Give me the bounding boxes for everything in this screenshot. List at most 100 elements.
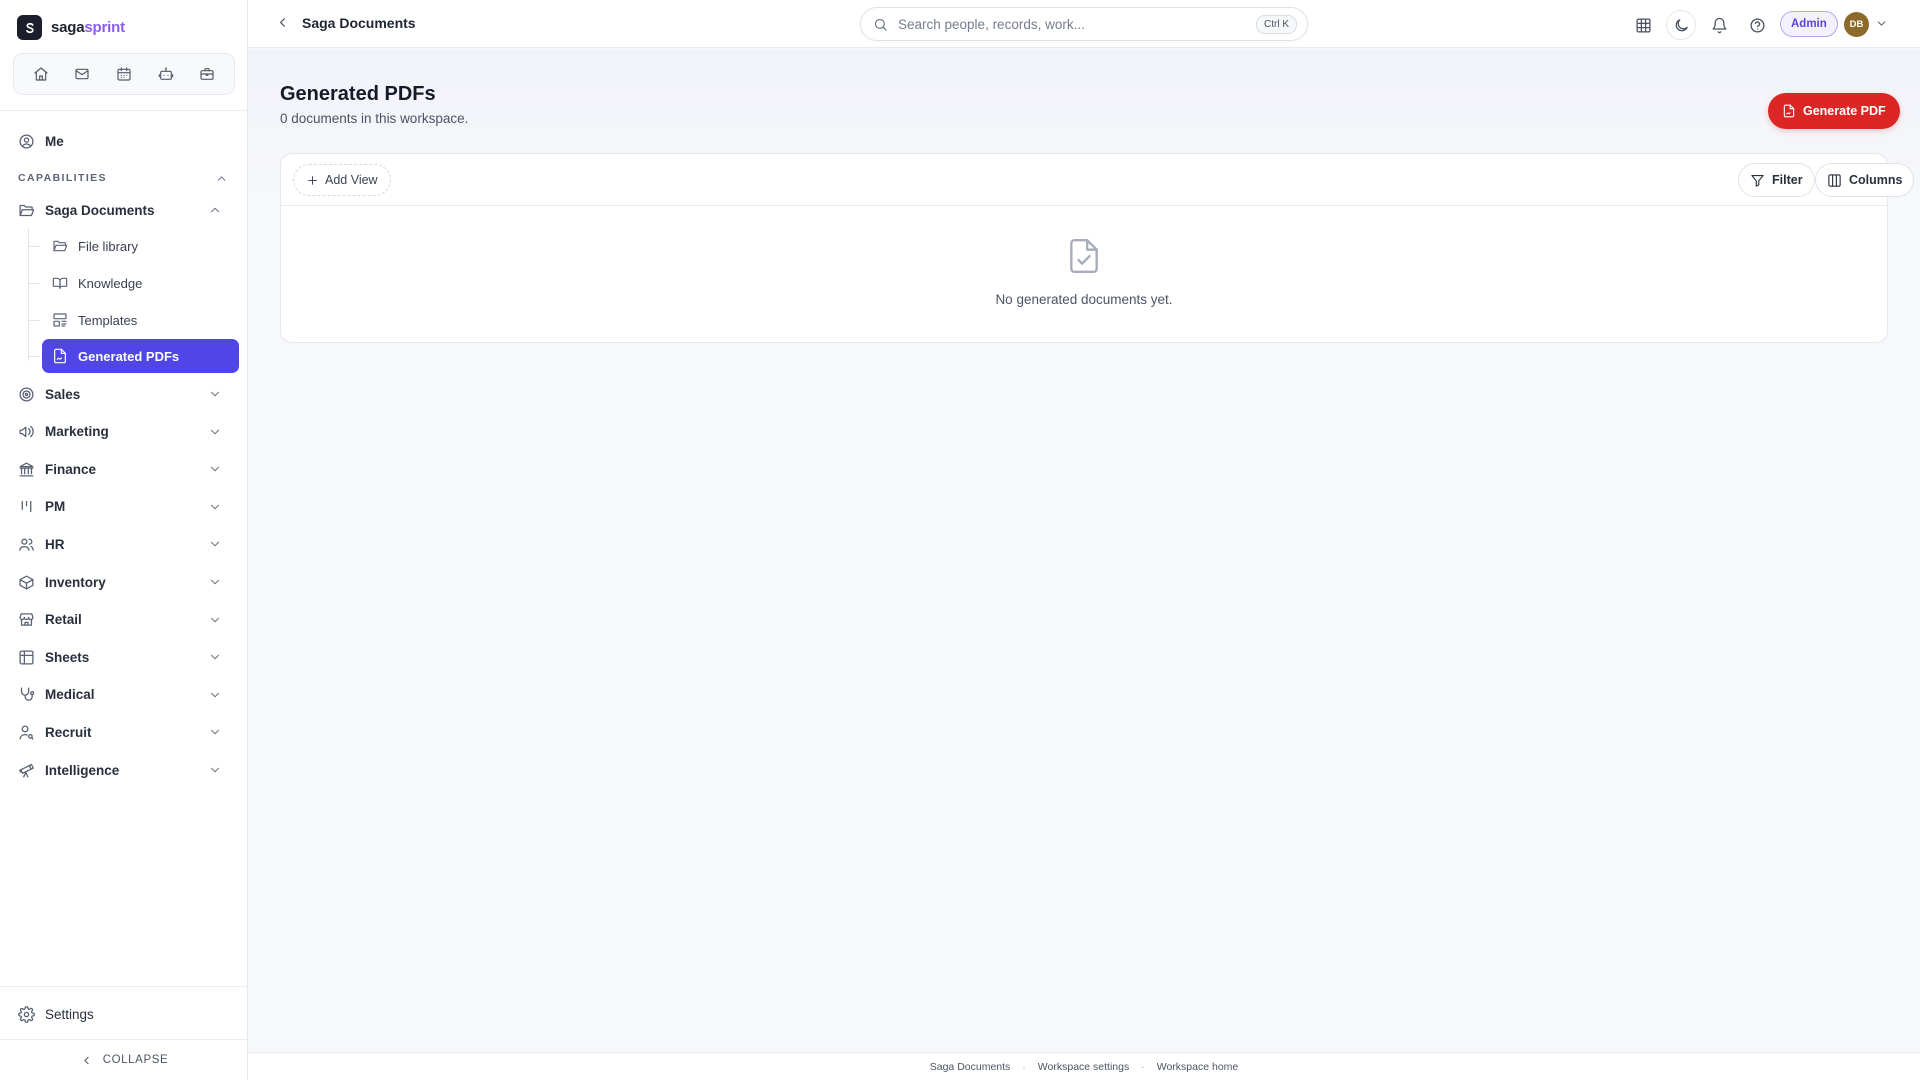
telescope-icon (19, 763, 34, 778)
sidebar-item-marketing[interactable]: Marketing (10, 415, 240, 449)
sidebar-item-knowledge[interactable]: Knowledge (42, 266, 239, 300)
add-view-button[interactable]: Add View (293, 164, 391, 196)
sidebar-item-label: Intelligence (45, 762, 120, 778)
sidebar-item-me[interactable]: Me (10, 124, 240, 158)
help-circle-icon (1749, 17, 1765, 33)
user-search-icon (19, 725, 34, 740)
page-title: Generated PDFs (280, 83, 436, 105)
sidebar-item-settings[interactable]: Settings (10, 997, 240, 1031)
filter-icon (1751, 174, 1764, 187)
gear-icon (18, 1005, 35, 1023)
sidebar-item-intelligence[interactable]: Intelligence (10, 753, 240, 787)
sidebar-item-medical[interactable]: Medical (10, 678, 240, 712)
button-label: Columns (1849, 173, 1903, 187)
store-icon (19, 613, 34, 626)
sidebar-item-label: Finance (45, 461, 97, 477)
sidebar-item-label: File library (78, 238, 138, 254)
sidebar-item-label: Medical (45, 687, 95, 703)
quick-launch-bar (13, 53, 235, 95)
brand[interactable]: sagasprint (17, 15, 125, 40)
help-button[interactable] (1742, 10, 1772, 40)
empty-file-check-icon (1065, 237, 1103, 275)
chevron-down-icon[interactable] (1875, 17, 1888, 30)
notifications-button[interactable] (1704, 10, 1734, 40)
stethoscope-icon (20, 687, 35, 702)
mail-icon[interactable] (67, 59, 97, 89)
sidebar-item-sheets[interactable]: Sheets (10, 640, 240, 674)
footer-link-workspace-settings[interactable]: Workspace settings (1038, 1061, 1129, 1073)
back-button[interactable] (275, 15, 290, 30)
chevron-down-icon (210, 466, 220, 472)
chevron-down-icon (210, 654, 220, 660)
sidebar-item-label: Sales (45, 386, 81, 402)
sidebar-item-label: Settings (45, 1006, 94, 1022)
sidebar-divider (0, 1039, 248, 1040)
panel-toolbar: Add View Filter Columns (281, 154, 1915, 206)
chevron-left-icon (84, 1056, 89, 1064)
folder-icon (53, 240, 68, 252)
sidebar-item-label: Knowledge (78, 275, 143, 291)
footer-link-workspace-home[interactable]: Workspace home (1157, 1061, 1239, 1073)
tree-line (28, 228, 29, 361)
sidebar-item-sales[interactable]: Sales (10, 377, 240, 411)
file-signature-icon (1783, 104, 1795, 118)
briefcase-icon[interactable] (192, 59, 222, 89)
table-icon (19, 650, 34, 665)
sidebar-item-file-library[interactable]: File library (42, 229, 239, 263)
page-subtitle: 0 documents in this workspace. (280, 111, 469, 126)
search-input[interactable] (898, 16, 1256, 32)
sidebar-item-retail[interactable]: Retail (10, 603, 240, 637)
sidebar-item-generated-pdfs[interactable]: Generated PDFs (42, 339, 239, 373)
collapse-sidebar-button[interactable]: COLLAPSE (0, 1045, 248, 1075)
folder-open-icon (19, 204, 35, 216)
chevron-down-icon (210, 504, 220, 510)
sidebar-divider (0, 986, 248, 987)
breadcrumb[interactable]: Saga Documents (302, 15, 416, 31)
footer-link-saga-documents[interactable]: Saga Documents (930, 1061, 1011, 1073)
sidebar-group-saga-documents[interactable]: Saga Documents (10, 193, 240, 227)
sidebar-item-label: Generated PDFs (78, 348, 180, 364)
user-circle-icon (19, 133, 34, 149)
sidebar-item-label: Me (45, 133, 64, 149)
generate-pdf-button[interactable]: Generate PDF (1768, 93, 1900, 129)
filter-button[interactable]: Filter (1738, 163, 1815, 197)
sidebar-item-label: HR (45, 536, 65, 552)
megaphone-icon (19, 425, 34, 438)
sidebar-item-inventory[interactable]: Inventory (10, 565, 240, 599)
book-icon (52, 277, 68, 289)
file-signature-icon (54, 348, 66, 364)
sidebar-divider (0, 110, 248, 111)
topbar: Saga Documents Ctrl K Admin DB (248, 0, 1920, 48)
users-icon (19, 538, 34, 551)
button-label: Generate PDF (1803, 104, 1886, 118)
chevron-down-icon (210, 730, 220, 735)
columns-button[interactable]: Columns (1815, 163, 1915, 197)
brand-logo (17, 15, 42, 40)
button-label: Filter (1772, 173, 1803, 187)
grid-icon (1635, 17, 1651, 33)
global-search[interactable]: Ctrl K (860, 7, 1308, 41)
admin-badge[interactable]: Admin (1780, 11, 1838, 37)
avatar[interactable]: DB (1844, 12, 1869, 37)
tree-tick (28, 283, 40, 284)
apps-grid-button[interactable] (1628, 10, 1658, 40)
section-label-capabilities: CAPABILITIES (18, 172, 107, 184)
chevron-down-icon (210, 391, 220, 397)
theme-toggle-button[interactable] (1666, 10, 1696, 40)
bot-icon[interactable] (151, 59, 181, 89)
sidebar-item-hr[interactable]: HR (10, 527, 240, 561)
sidebar-item-templates[interactable]: Templates (42, 303, 239, 337)
tree-tick (28, 356, 40, 357)
bank-icon (19, 462, 34, 477)
separator: · (1141, 1060, 1145, 1073)
calendar-icon[interactable] (109, 59, 139, 89)
chevron-down-icon (210, 692, 220, 698)
plus-icon (308, 175, 317, 185)
collapse-label: COLLAPSE (102, 1054, 169, 1066)
chevron-down-icon (210, 767, 220, 773)
chevron-up-icon[interactable] (215, 172, 228, 185)
sidebar-item-pm[interactable]: PM (10, 490, 240, 524)
sidebar-item-recruit[interactable]: Recruit (10, 715, 240, 749)
sidebar-item-finance[interactable]: Finance (10, 452, 240, 486)
home-icon[interactable] (26, 59, 56, 89)
